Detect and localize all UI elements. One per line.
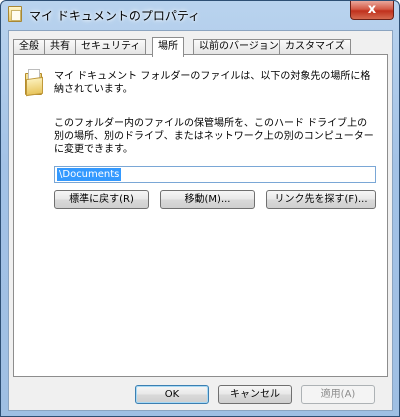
find-target-button[interactable]: リンク先を探す(F)... [266,190,376,209]
properties-window: マイ ドキュメントのプロパティ x 全般 共有 セキュリティ 場所 以前のバージ… [0,0,400,417]
location-tab-panel: マイ ドキュメント フォルダーのファイルは、以下の対象先の場所に格納されています… [13,54,388,377]
close-button[interactable]: x [350,1,394,20]
move-description: このフォルダー内のファイルの保管場所を、このハード ドライブ上の別の場所、別のド… [54,118,374,155]
title-bar[interactable]: マイ ドキュメントのプロパティ x [1,1,399,29]
dialog-client-area: 全般 共有 セキュリティ 場所 以前のバージョン カスタマイズ マイ ドキュメン… [8,30,393,411]
apply-button[interactable]: 適用(A) [301,385,375,404]
tab-general[interactable]: 全般 [13,39,45,55]
tab-sharing[interactable]: 共有 [44,39,76,55]
document-folder-icon [8,6,22,22]
restore-default-button[interactable]: 標準に戻す(R) [54,190,149,209]
folder-path-value: \Documents [57,168,122,181]
window-title: マイ ドキュメントのプロパティ [29,9,201,23]
tab-previous-versions[interactable]: 以前のバージョン [193,39,285,55]
cancel-button[interactable]: キャンセル [218,385,292,404]
tab-location[interactable]: 場所 [152,37,184,57]
move-button[interactable]: 移動(M)... [160,190,255,209]
location-description: マイ ドキュメント フォルダーのファイルは、以下の対象先の場所に格納されています… [54,71,371,95]
tab-security[interactable]: セキュリティ [75,39,147,55]
folder-path-input[interactable]: \Documents [54,166,376,183]
documents-folder-icon [25,69,43,97]
tab-customize[interactable]: カスタマイズ [279,39,351,55]
ok-button[interactable]: OK [135,385,209,404]
close-icon: x [367,2,377,17]
